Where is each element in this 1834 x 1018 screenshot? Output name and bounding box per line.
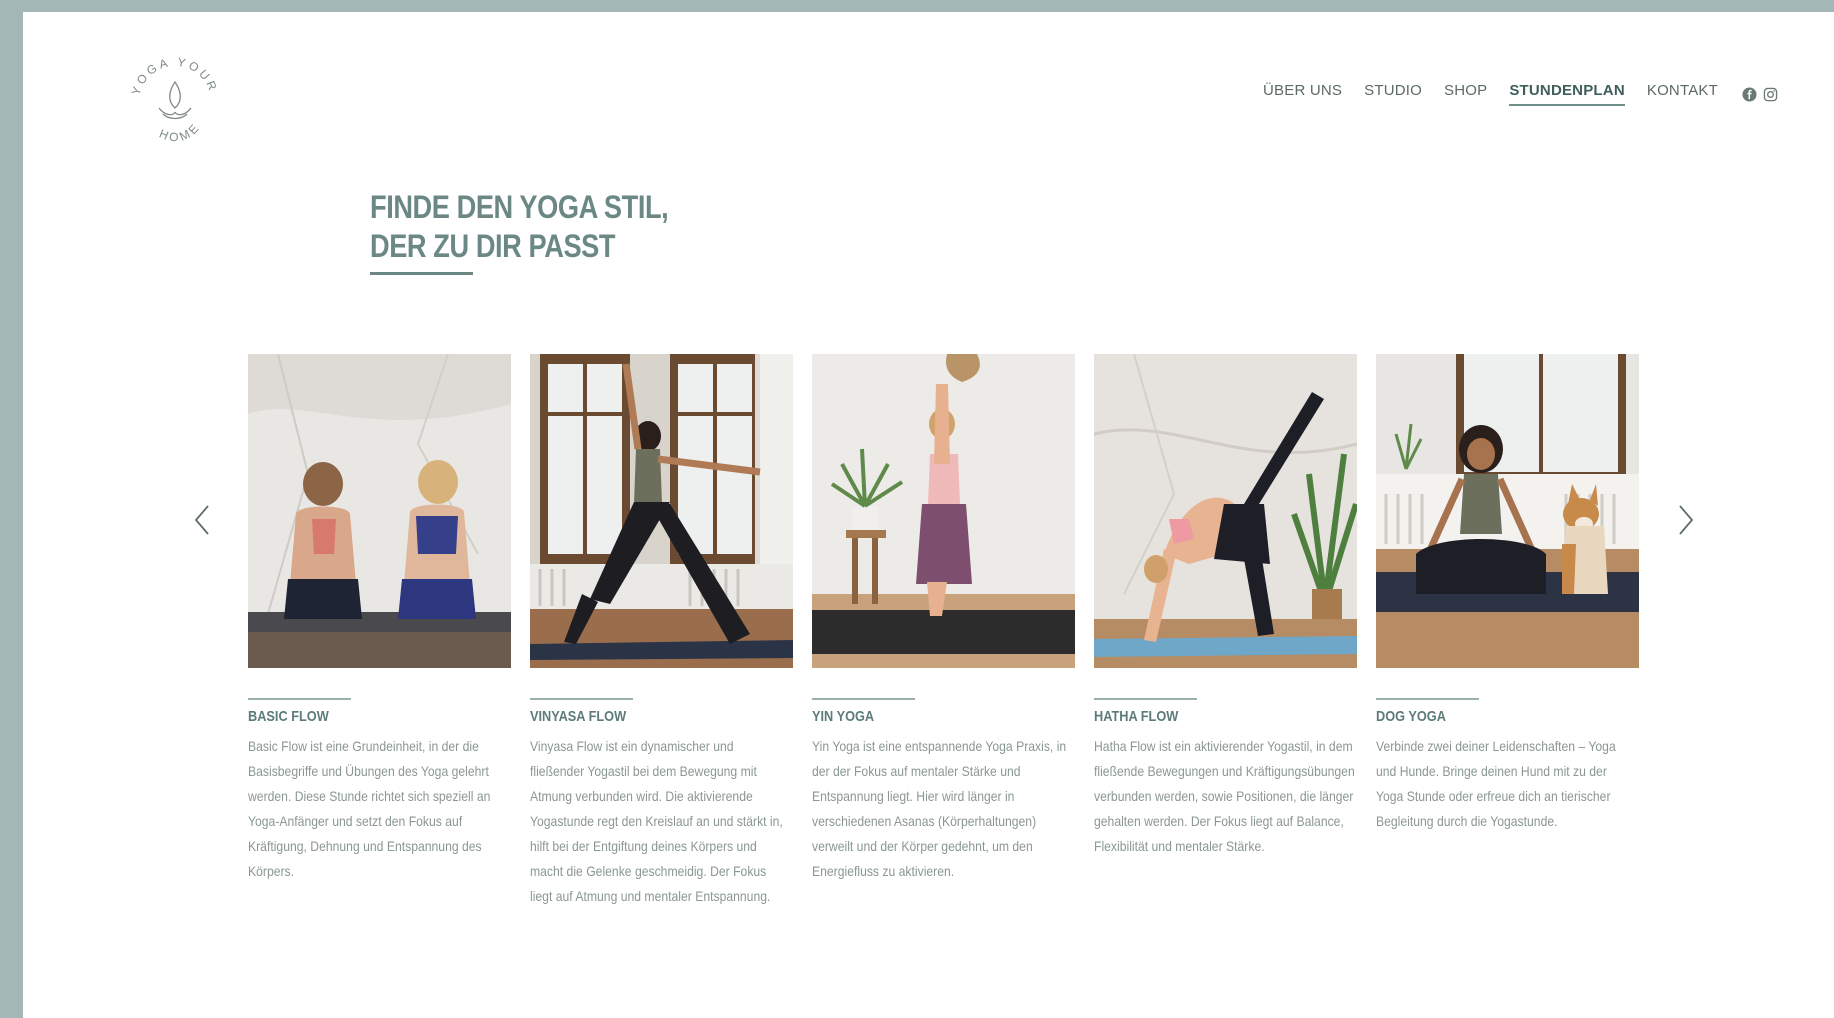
nav-item-kontakt[interactable]: KONTAKT (1647, 82, 1718, 106)
card-rule (530, 698, 633, 700)
title-underline (370, 272, 473, 275)
wheel-pose-photo (1094, 354, 1357, 668)
class-card-dog-yoga[interactable]: DOG YOGA Verbinde zwei deiner Leidenscha… (1376, 354, 1639, 909)
eagle-pose-photo (812, 354, 1075, 668)
page-title-line-1: FINDE DEN YOGA STIL, (370, 189, 669, 225)
class-card-hatha-flow[interactable]: HATHA FLOW Hatha Flow ist ein aktivieren… (1094, 354, 1357, 909)
nav-item-shop[interactable]: SHOP (1444, 82, 1487, 106)
card-rule (248, 698, 351, 700)
logo-text-top: YOGA YOUR (129, 55, 218, 97)
card-title: YIN YOGA (812, 708, 875, 725)
nav-item-stundenplan[interactable]: STUNDENPLAN (1509, 82, 1625, 106)
card-description: Basic Flow ist eine Grundeinheit, in der… (248, 738, 491, 879)
svg-text:HOME: HOME (157, 120, 203, 145)
page: YOGA YOUR HOME ÜBER UNS STUDIO SHOP STUN… (23, 12, 1834, 1018)
card-rule (1376, 698, 1479, 700)
class-card-basic-flow[interactable]: BASIC FLOW Basic Flow ist eine Grundeinh… (248, 354, 511, 909)
card-description: Verbinde zwei deiner Leidenschaften – Yo… (1376, 738, 1616, 829)
warrior-pose-photo (530, 354, 793, 668)
card-rule (812, 698, 915, 700)
page-title-line-2: DER ZU DIR PASST (370, 228, 616, 264)
chevron-left-icon (194, 505, 209, 535)
card-description: Hatha Flow ist ein aktivierender Yogasti… (1094, 738, 1355, 854)
instagram-icon[interactable] (1763, 87, 1778, 102)
carousel-next-button[interactable] (1664, 490, 1704, 550)
lotus-icon (158, 80, 192, 120)
card-title: HATHA FLOW (1094, 708, 1179, 725)
class-cards: BASIC FLOW Basic Flow ist eine Grundeinh… (248, 354, 1639, 909)
main-nav: ÜBER UNS STUDIO SHOP STUNDENPLAN KONTAKT (1263, 82, 1778, 106)
svg-text:YOGA YOUR: YOGA YOUR (129, 55, 221, 97)
class-card-vinyasa-flow[interactable]: VINYASA FLOW Vinyasa Flow ist ein dynami… (530, 354, 793, 909)
logo-mark: YOGA YOUR HOME (129, 55, 221, 145)
social-links (1742, 86, 1778, 102)
logo-text-bottom: HOME (157, 120, 200, 145)
nav-item-studio[interactable]: STUDIO (1364, 82, 1422, 106)
carousel-prev-button[interactable] (184, 490, 224, 550)
card-title: DOG YOGA (1376, 708, 1446, 725)
card-description: Vinyasa Flow ist ein dynamischer und fli… (530, 738, 783, 904)
facebook-icon[interactable] (1742, 86, 1757, 102)
page-title: FINDE DEN YOGA STIL, DER ZU DIR PASST (370, 188, 669, 266)
meditation-with-dog-photo (1376, 354, 1639, 668)
two-women-kneeling-photo (248, 354, 511, 668)
class-card-yin-yoga[interactable]: YIN YOGA Yin Yoga ist eine entspannende … (812, 354, 1075, 909)
card-title: VINYASA FLOW (530, 708, 627, 725)
card-description: Yin Yoga ist eine entspannende Yoga Prax… (812, 738, 1067, 879)
card-title: BASIC FLOW (248, 708, 329, 725)
logo[interactable]: YOGA YOUR HOME (123, 44, 227, 152)
chevron-right-icon (1679, 505, 1694, 535)
nav-item-ueber-uns[interactable]: ÜBER UNS (1263, 82, 1342, 106)
card-rule (1094, 698, 1197, 700)
